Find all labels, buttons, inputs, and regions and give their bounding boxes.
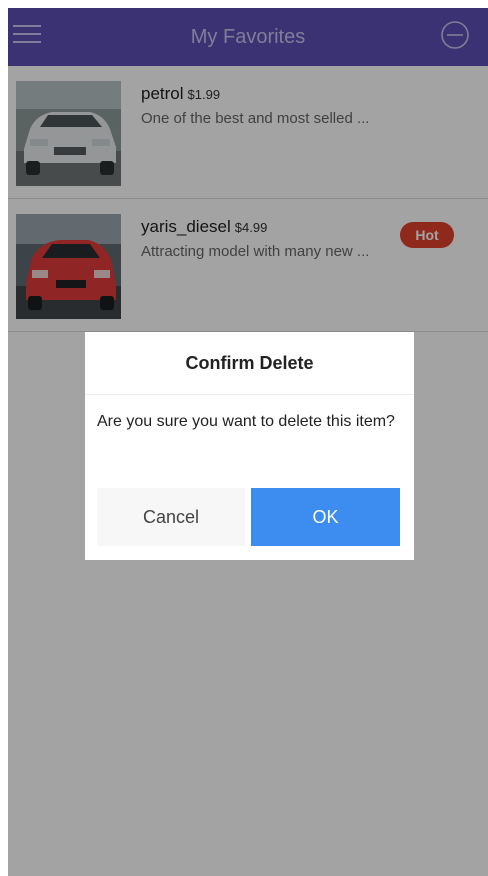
confirm-delete-dialog: Confirm Delete Are you sure you want to …: [85, 332, 414, 560]
cancel-button[interactable]: Cancel: [97, 488, 245, 546]
ok-button[interactable]: OK: [251, 488, 400, 546]
dialog-message: Are you sure you want to delete this ite…: [97, 413, 395, 430]
dialog-title: Confirm Delete: [85, 332, 414, 395]
favorites-screen: My Favorites petrol $1.99 One of the best…: [8, 8, 488, 876]
